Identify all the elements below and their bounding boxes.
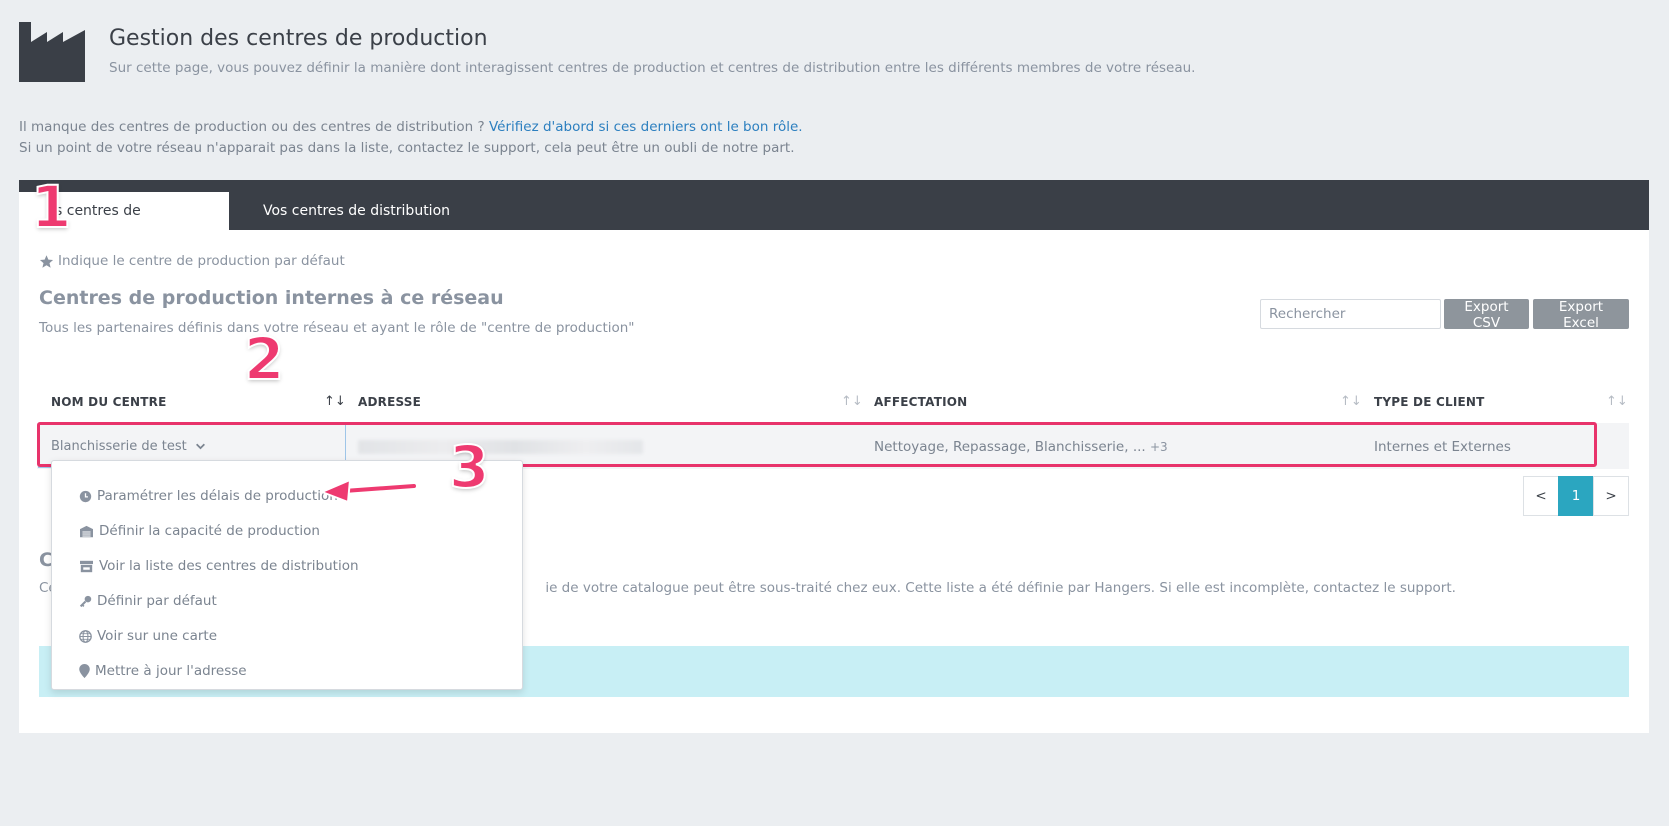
default-center-note: Indique le centre de production par défa… (39, 253, 345, 269)
search-input[interactable] (1260, 299, 1441, 329)
column-header-name[interactable]: NOM DU CENTRE (51, 395, 167, 409)
annotation-3: 3 (448, 433, 490, 501)
column-header-client-type[interactable]: TYPE DE CLIENT (1374, 395, 1485, 409)
globe-icon (79, 629, 92, 643)
section-title: Centres de production internes à ce rése… (39, 287, 504, 309)
warehouse-icon (80, 525, 93, 537)
missing-centers-notice: Il manque des centres de production ou d… (19, 119, 803, 135)
star-icon (39, 254, 54, 268)
annotation-1: 1 (30, 173, 72, 241)
column-header-affectation[interactable]: AFFECTATION (874, 395, 967, 409)
tab-distribution-centers[interactable]: Vos centres de distribution (245, 192, 468, 230)
menu-item-production-delays[interactable]: Paramétrer les délais de production (79, 488, 338, 504)
menu-item-production-capacity[interactable]: Définir la capacité de production (79, 523, 320, 539)
factory-icon (19, 22, 85, 82)
menu-item-view-map[interactable]: Voir sur une carte (79, 628, 217, 644)
map-marker-icon (79, 664, 90, 678)
column-header-address[interactable]: ADRESSE (358, 395, 421, 409)
menu-item-update-address[interactable]: Mettre à jour l'adresse (79, 663, 247, 679)
export-excel-button[interactable]: Export Excel (1533, 299, 1629, 331)
annotation-2: 2 (243, 325, 285, 393)
export-csv-button[interactable]: Export CSV (1444, 299, 1529, 331)
sort-icon[interactable]: ↑↓ (1606, 394, 1628, 409)
store-icon (80, 560, 93, 572)
menu-item-set-default[interactable]: Définir par défaut (79, 593, 217, 609)
sort-icon[interactable]: ↑↓ (841, 394, 863, 409)
section-subtitle: Tous les partenaires définis dans votre … (39, 320, 635, 336)
clock-icon (79, 490, 92, 502)
key-icon (79, 595, 92, 607)
pagination-page[interactable]: 1 (1558, 476, 1594, 516)
support-notice: Si un point de votre réseau n'apparait p… (19, 140, 795, 156)
tab-bar: s centres de production Vos centres de d… (19, 180, 1649, 257)
sort-icon[interactable]: ↑↓ (324, 394, 346, 409)
annotation-arrow-icon (321, 479, 418, 503)
page-subtitle: Sur cette page, vous pouvez définir la m… (109, 60, 1196, 76)
page-title: Gestion des centres de production (109, 26, 488, 51)
pagination-prev[interactable]: < (1523, 476, 1559, 516)
pagination-next[interactable]: > (1593, 476, 1629, 516)
check-roles-link[interactable]: Vérifiez d'abord si ces derniers ont le … (489, 119, 803, 135)
sort-icon[interactable]: ↑↓ (1340, 394, 1362, 409)
menu-item-distribution-list[interactable]: Voir la liste des centres de distributio… (79, 558, 359, 574)
